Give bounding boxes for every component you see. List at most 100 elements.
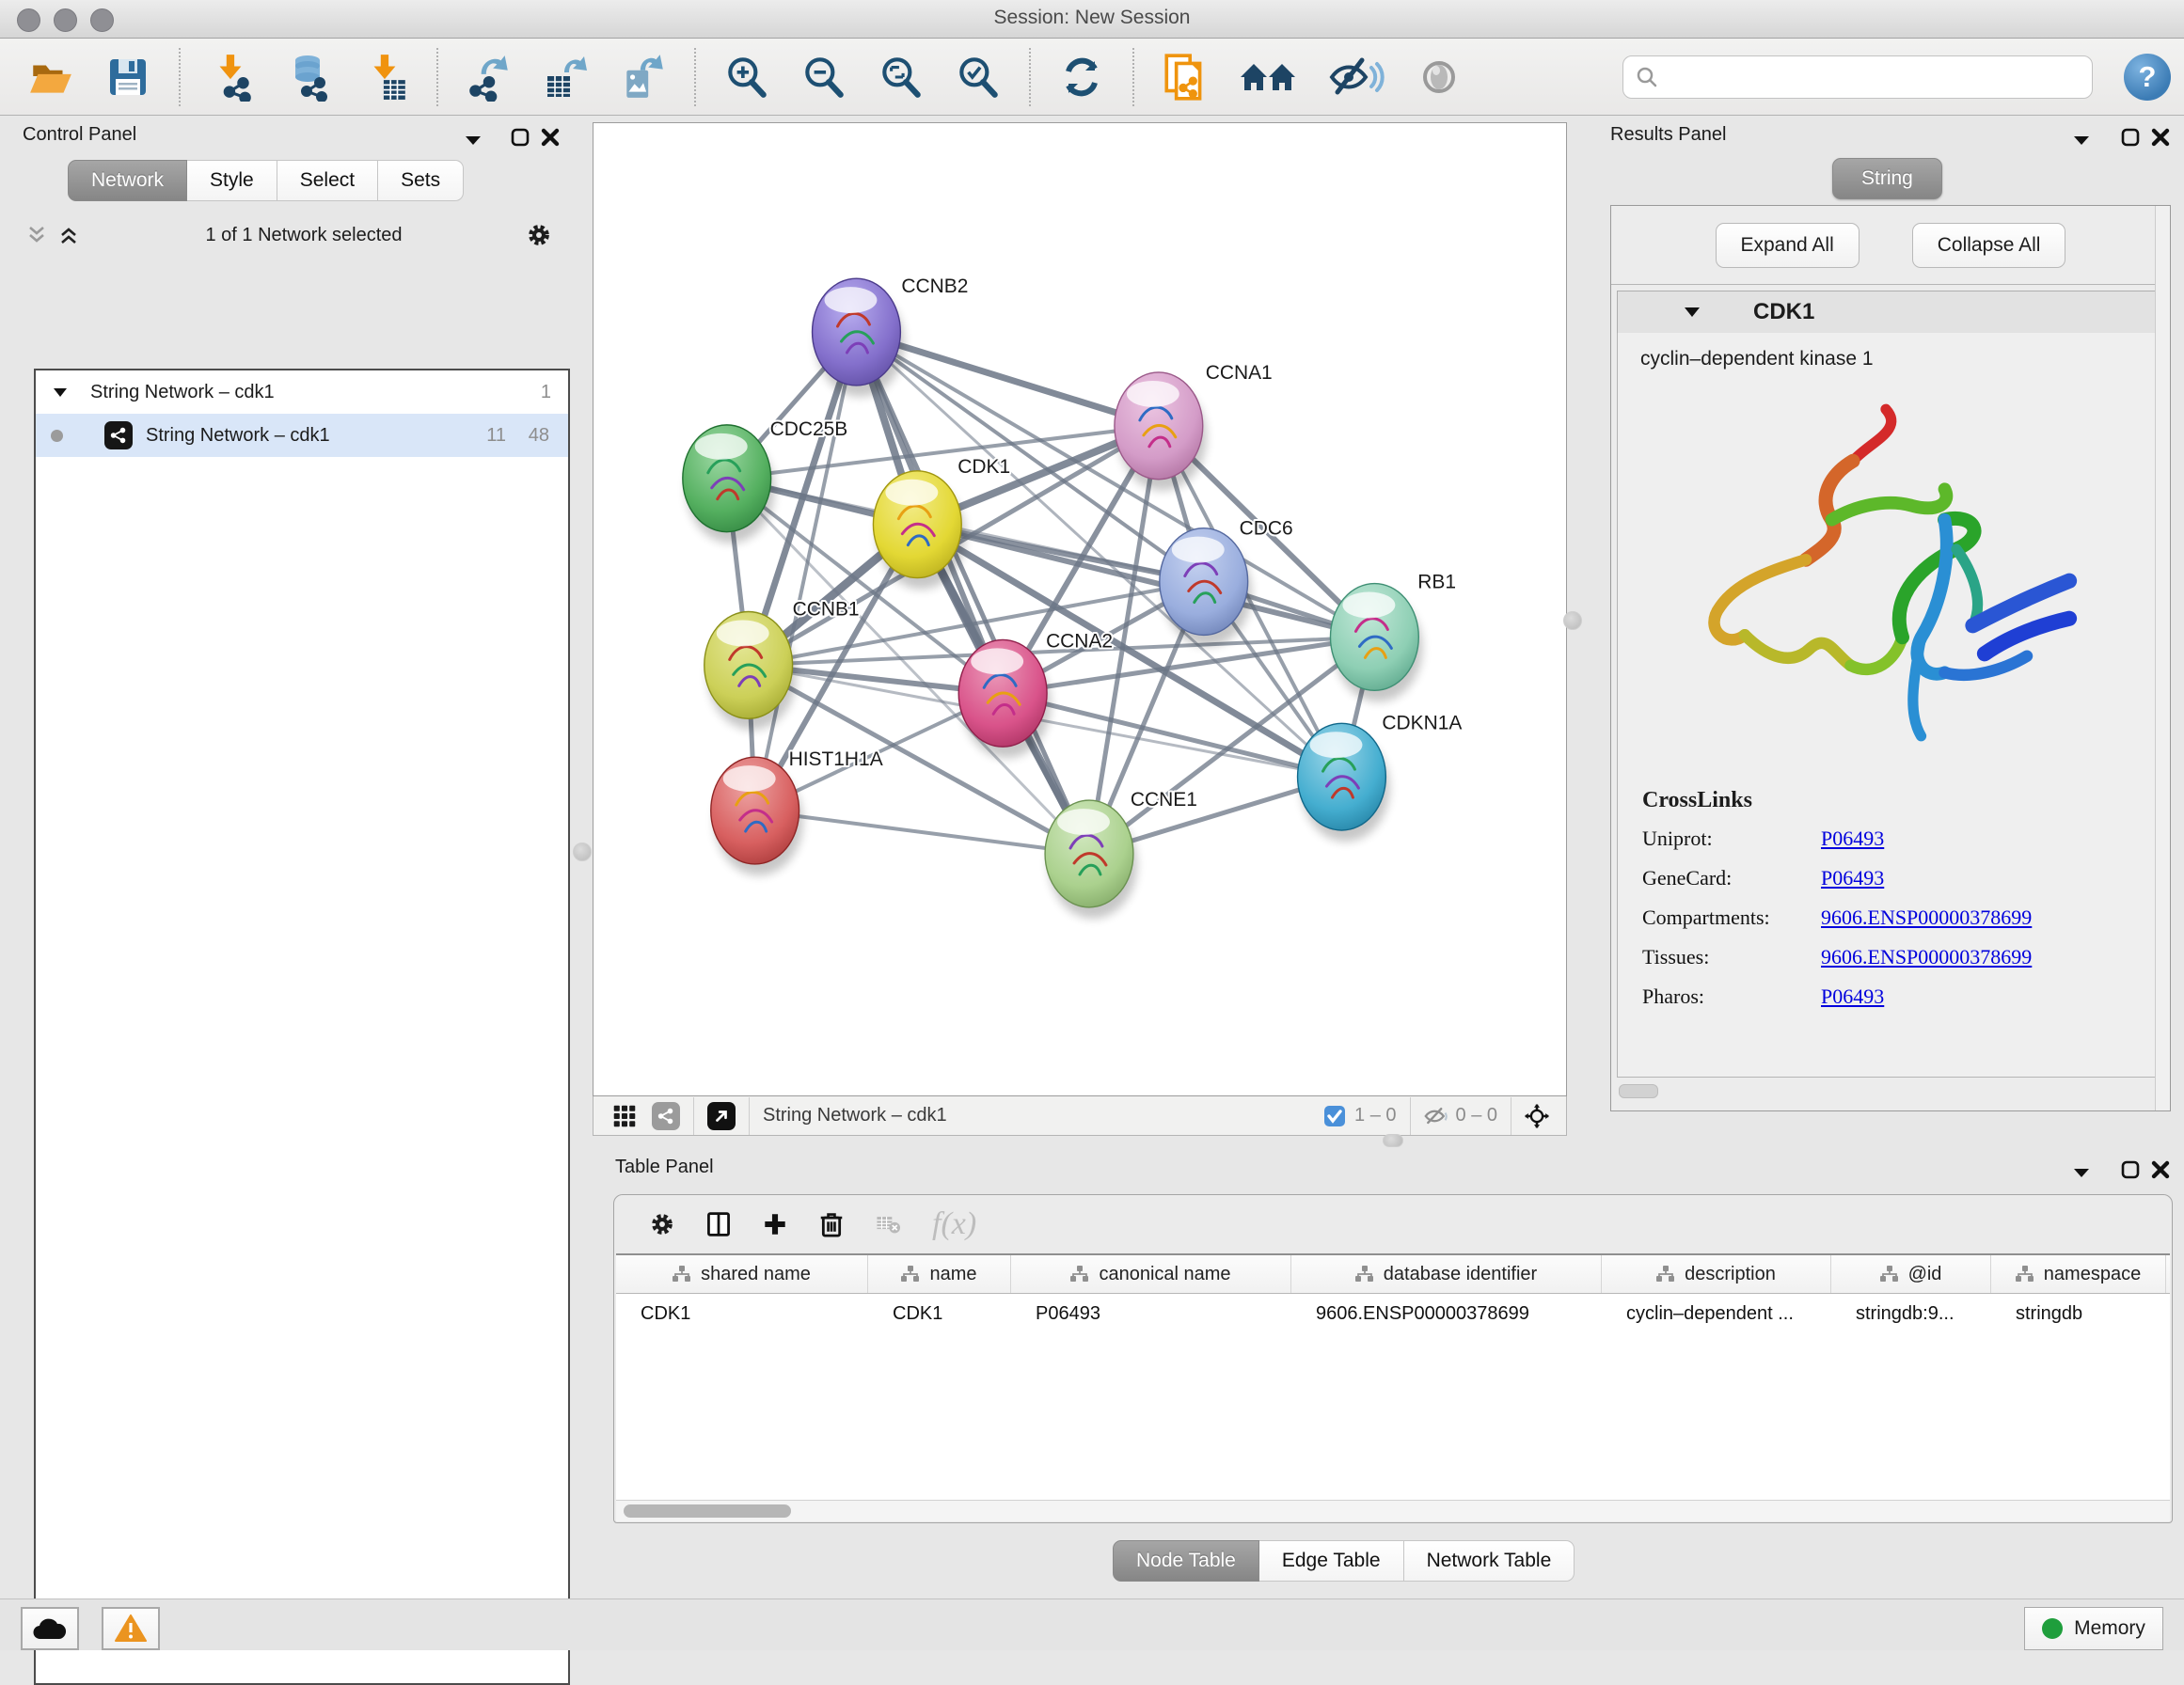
home-button[interactable] [1238,53,1298,102]
export-table-button[interactable] [542,53,591,102]
search-field[interactable] [1622,55,2093,99]
table-cell[interactable]: stringdb [1991,1294,2166,1333]
crosslink-link[interactable]: 9606.ENSP00000378699 [1821,905,2032,930]
left-splitter-handle[interactable] [573,842,592,861]
table-cell[interactable]: cyclin–dependent ... [1602,1294,1831,1333]
help-button[interactable]: ? [2124,54,2171,101]
tab-style[interactable]: Style [187,160,277,201]
table-cell[interactable]: 9606.ENSP00000378699 [1291,1294,1602,1333]
copy-view-button[interactable] [1161,53,1210,102]
control-panel-float-button[interactable] [508,125,532,150]
tab-edge-table[interactable]: Edge Table [1259,1540,1404,1582]
node-CCNA2[interactable]: CCNA2 [958,630,1113,758]
control-panel-menu-arrow[interactable] [461,128,485,152]
node-CCNE1[interactable]: CCNE1 [1045,789,1197,919]
crosslink-link[interactable]: 9606.ENSP00000378699 [1821,945,2032,969]
hide-panels-button[interactable] [1326,53,1386,102]
warning-button[interactable] [102,1607,160,1650]
column-header-database-identifier[interactable]: database identifier [1291,1255,1602,1293]
results-panel-close-button[interactable] [2148,125,2173,150]
help-question-mark: ? [2139,60,2157,94]
collapse-all-networks-icon[interactable] [24,223,49,247]
expand-all-networks-icon[interactable] [56,223,81,247]
refresh-button[interactable] [1057,53,1106,102]
column-header-canonical-name[interactable]: canonical name [1011,1255,1291,1293]
table-gear-icon[interactable] [650,1212,674,1236]
delete-column-icon[interactable] [819,1212,844,1236]
zoom-selected-button[interactable] [954,53,1003,102]
tab-string[interactable]: String [1832,158,1942,199]
export-image-button[interactable] [619,53,668,102]
network-collection-row[interactable]: String Network – cdk1 1 [36,370,568,414]
table-row[interactable]: CDK1CDK1P064939606.ENSP00000378699cyclin… [616,1294,2170,1333]
gene-section-header[interactable]: CDK1 [1617,291,2164,334]
results-panel-menu-arrow[interactable] [2069,128,2094,152]
table-hscroll-thumb[interactable] [624,1504,791,1518]
open-in-new-window-icon[interactable] [707,1102,736,1130]
hidden-eye-icon[interactable] [1424,1104,1448,1128]
network-options-gear-icon[interactable] [527,223,551,247]
column-header-shared-name[interactable]: shared name [616,1255,868,1293]
tab-sets[interactable]: Sets [378,160,464,201]
memory-button[interactable]: Memory [2024,1607,2163,1650]
table-panel-float-button[interactable] [2118,1157,2143,1182]
zoom-out-button[interactable] [799,53,848,102]
table-cell[interactable]: CDK1 [616,1294,868,1333]
node-CDKN1A[interactable]: CDKN1A [1298,712,1463,842]
crosslink-link[interactable]: P06493 [1821,984,1884,1009]
export-network-button[interactable] [465,53,514,102]
table-cell[interactable]: stringdb:9... [1831,1294,1991,1333]
tab-node-table[interactable]: Node Table [1113,1540,1259,1582]
birds-eye-view-icon[interactable] [612,1104,637,1128]
import-network-button[interactable] [207,53,256,102]
control-panel-close-button[interactable] [538,125,562,150]
column-header-namespace[interactable]: namespace [1991,1255,2166,1293]
node-CDC6[interactable]: CDC6 [1160,518,1293,647]
zoom-fit-button[interactable] [877,53,926,102]
results-vscroll-track[interactable] [2155,206,2170,1110]
column-header--id[interactable]: @id [1831,1255,1991,1293]
network-style-icon[interactable] [652,1102,680,1130]
tab-network[interactable]: Network [68,160,187,201]
node-HIST1H1A[interactable]: HIST1H1A [711,748,883,875]
results-panel-float-button[interactable] [2118,125,2143,150]
node-CCNA1[interactable]: CCNA1 [1115,362,1273,491]
node-RB1[interactable]: RB1 [1330,572,1456,702]
search-input[interactable] [1659,66,2081,89]
show-columns-icon[interactable] [706,1212,731,1236]
crosslink-link[interactable]: P06493 [1821,866,1884,890]
cloud-button[interactable] [21,1607,79,1650]
edge-HIST1H1A-CCNE1[interactable] [755,811,1089,854]
fit-selected-crosshair-icon[interactable] [1525,1104,1549,1128]
tab-network-table[interactable]: Network Table [1404,1540,1575,1582]
add-column-icon[interactable] [763,1212,787,1236]
import-table-button[interactable] [361,53,410,102]
import-database-button[interactable] [284,53,333,102]
results-hscroll-thumb[interactable] [1619,1084,1658,1098]
network-row-selected[interactable]: String Network – cdk1 11 48 [36,414,568,457]
gene-collapse-arrow[interactable] [1684,307,1701,318]
node-CCNB2[interactable]: CCNB2 [813,276,969,397]
tab-select[interactable]: Select [277,160,378,201]
open-session-button[interactable] [26,53,75,102]
crosslink-link[interactable]: P06493 [1821,827,1884,851]
zoom-in-button[interactable] [722,53,771,102]
table-hscroll-track[interactable] [616,1500,2170,1521]
column-header-description[interactable]: description [1602,1255,1831,1293]
collection-expand-arrow[interactable] [53,387,68,398]
table-cell[interactable]: CDK1 [868,1294,1011,1333]
collapse-all-button[interactable]: Collapse All [1912,223,2066,268]
expand-all-button[interactable]: Expand All [1716,223,1860,268]
string-network-graph[interactable]: CCNB2CCNA1CDC25BCDK1CDC6RB1CCNB1CCNA2CDK… [593,123,1566,1095]
edge-CCNB2-CCNE1[interactable] [856,332,1089,854]
edge-CCNB2-HIST1H1A[interactable] [755,332,857,811]
right-splitter-handle[interactable] [1563,611,1582,630]
save-session-button[interactable] [103,53,152,102]
network-view-canvas[interactable]: CCNB2CCNA1CDC25BCDK1CDC6RB1CCNB1CCNA2CDK… [593,122,1567,1096]
selected-checkbox-icon[interactable] [1322,1104,1347,1128]
table-panel-close-button[interactable] [2148,1157,2173,1182]
table-panel-menu-arrow[interactable] [2069,1160,2094,1185]
column-header-name[interactable]: name [868,1255,1011,1293]
table-cell[interactable]: P06493 [1011,1294,1291,1333]
preview-button[interactable] [1415,53,1464,102]
